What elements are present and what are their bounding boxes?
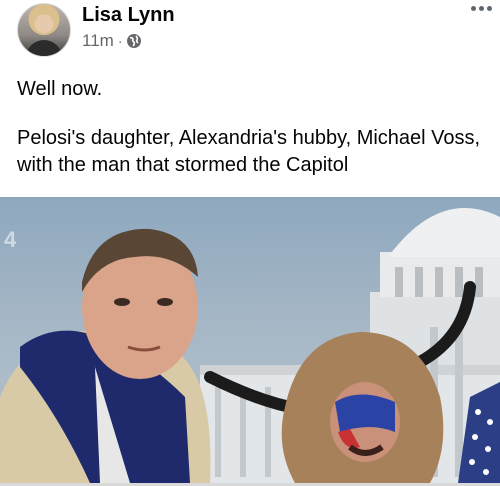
post-text-line: Pelosi's daughter, Alexandria's hubby, M…: [17, 127, 481, 176]
man-left: [0, 228, 211, 483]
avatar[interactable]: [17, 3, 71, 57]
post-header: Lisa Lynn 11m ·: [0, 0, 500, 62]
post-meta: 11m ·: [82, 31, 142, 51]
post-timestamp[interactable]: 11m: [82, 31, 114, 51]
photo-illustration: [0, 208, 500, 483]
meta-separator: ·: [117, 33, 123, 49]
avatar-figure: [26, 40, 62, 56]
author-name[interactable]: Lisa Lynn: [82, 4, 175, 27]
globe-icon: [127, 34, 142, 48]
photo-corner-mark: 4: [4, 227, 17, 252]
post-text: Well now. Pelosi's daughter, Alexandria'…: [17, 76, 487, 179]
post-photo[interactable]: 4: [0, 197, 500, 483]
more-options-icon[interactable]: [471, 6, 492, 11]
post-text-line: Well now.: [17, 78, 103, 100]
